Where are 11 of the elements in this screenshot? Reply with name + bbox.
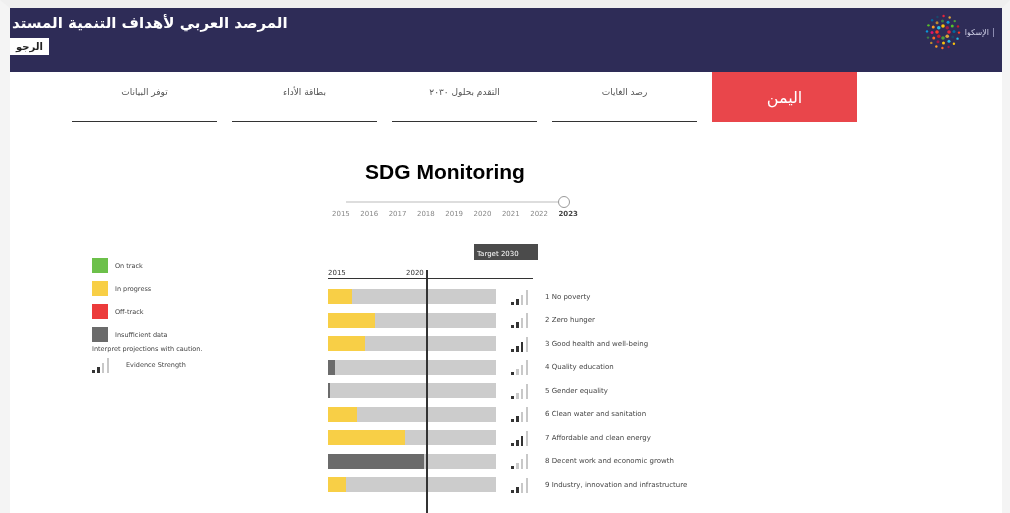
slider-thumb[interactable] (558, 196, 570, 208)
site-title: المرصد العربي لأهداف التنمية المستد (11, 14, 288, 32)
nav-tab[interactable]: اليمن (712, 72, 857, 122)
nav-tab[interactable]: التقدم بحلول ٢٠٣٠ (392, 72, 537, 122)
nav-tab[interactable]: بطاقة الأداء (232, 72, 377, 122)
page-heading: SDG Monitoring (364, 160, 526, 184)
nav-tab[interactable]: توفر البيانات (72, 72, 217, 122)
logo-icon (924, 14, 961, 50)
logo-text: الإسكوا (964, 27, 994, 37)
nav-tab[interactable]: رصد الغايات (552, 72, 697, 122)
back-button[interactable]: الرجو (10, 38, 49, 55)
